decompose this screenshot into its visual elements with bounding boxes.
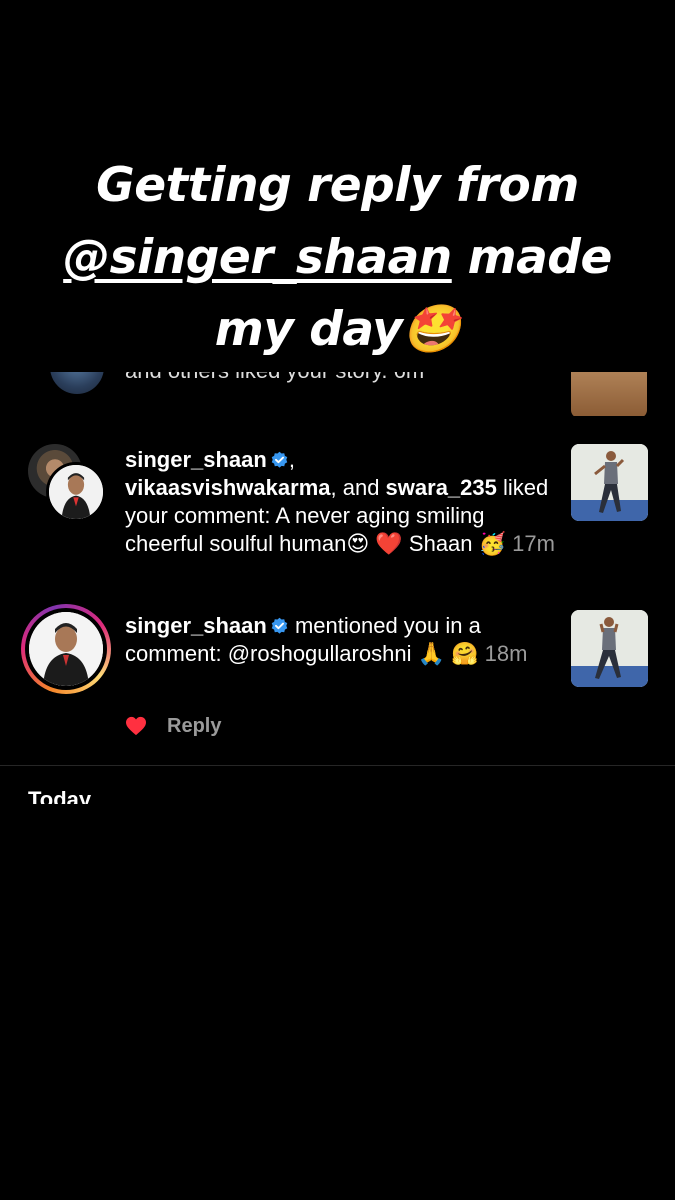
story-avatar[interactable] xyxy=(21,604,111,694)
separator: , xyxy=(288,447,295,472)
person-silhouette xyxy=(49,465,103,519)
avatar xyxy=(46,462,106,522)
section-title: Today xyxy=(28,787,92,804)
heart-icon[interactable] xyxy=(125,716,147,736)
caption-mention[interactable]: @singer_shaan xyxy=(63,230,452,285)
username[interactable]: swara_235 xyxy=(386,475,497,500)
post-thumbnail[interactable] xyxy=(571,444,648,521)
username[interactable]: singer_shaan xyxy=(125,613,267,638)
section-header-today: Today xyxy=(28,786,328,804)
reply-button[interactable]: Reply xyxy=(167,715,221,738)
caption-line-1: Getting reply from xyxy=(96,158,579,213)
avatar xyxy=(29,612,103,686)
avatar[interactable] xyxy=(50,372,104,394)
post-thumbnail[interactable] xyxy=(571,372,647,416)
post-thumbnail[interactable] xyxy=(571,610,648,687)
caption-line-3: my day🤩 xyxy=(214,302,461,357)
username[interactable]: vikaasvishwakarma xyxy=(125,475,331,500)
separator: , and xyxy=(330,475,386,500)
notification-mention-text[interactable]: singer_shaan mentioned you in a comment:… xyxy=(125,612,555,668)
timestamp: 18m xyxy=(484,641,528,666)
caption-line-2: @singer_shaan made xyxy=(0,222,675,294)
dancer-image xyxy=(571,444,648,521)
reply-actions: Reply xyxy=(125,712,221,740)
dancer-image xyxy=(571,610,648,687)
previous-notification[interactable]: and others liked your story. 6m xyxy=(0,372,675,416)
username[interactable]: singer_shaan xyxy=(125,447,267,472)
section-divider xyxy=(0,765,675,766)
previous-notification-text: and others liked your story. 6m xyxy=(125,372,424,384)
verified-badge-icon xyxy=(271,451,288,468)
timestamp: 17m xyxy=(512,531,555,556)
verified-badge-icon xyxy=(271,617,288,634)
avatar-stack[interactable] xyxy=(28,444,108,524)
caption-line-2-rest: made xyxy=(451,230,613,285)
person-silhouette xyxy=(29,612,103,686)
notification-likes-text[interactable]: singer_shaan, vikaasvishwakarma, and swa… xyxy=(125,446,555,558)
story-caption: Getting reply from @singer_shaan made my… xyxy=(0,150,675,366)
